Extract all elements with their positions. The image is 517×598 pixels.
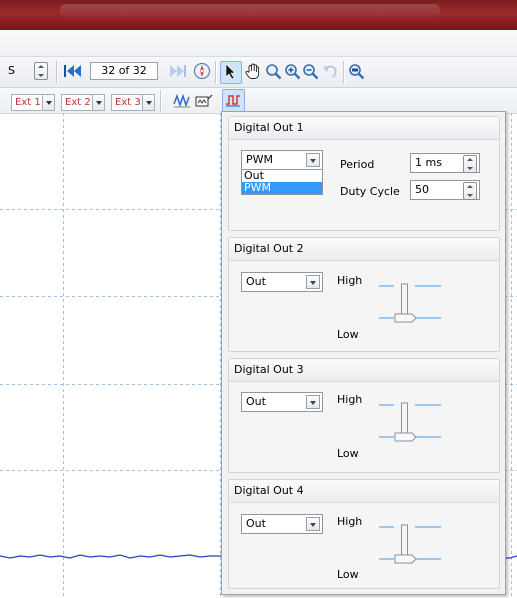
digital-out-2-level-toggle[interactable]: [379, 276, 445, 338]
duty-cycle-value: 50: [415, 183, 429, 196]
digital-out-1-mode-options[interactable]: Out PWM: [241, 169, 323, 195]
digital-out-2-title: Digital Out 2: [229, 238, 499, 261]
title-bar-shine: [60, 4, 440, 18]
timebase-unit-text: S: [8, 64, 15, 77]
period-field[interactable]: 1 ms: [410, 153, 480, 173]
toolbar-separator: [56, 61, 58, 83]
signal-generator-icon[interactable]: [194, 92, 213, 109]
digital-out-2-low-label: Low: [337, 328, 359, 341]
ext-3-dropdown-icon[interactable]: [142, 94, 155, 111]
period-label: Period: [340, 158, 375, 171]
duty-cycle-label: Duty Cycle: [340, 185, 400, 198]
digital-out-4-level-toggle[interactable]: [379, 517, 445, 579]
page-indicator-field[interactable]: 32 of 32: [90, 62, 158, 80]
ext-2-button[interactable]: Ext 2: [61, 94, 95, 111]
digital-out-4-title: Digital Out 4: [229, 480, 499, 503]
toolbar-separator: [343, 61, 345, 83]
ext-1-dropdown-icon[interactable]: [42, 94, 55, 111]
digital-out-2-high-label: High: [337, 274, 363, 287]
zoom-100-icon[interactable]: [348, 63, 366, 80]
ext-2-dropdown-icon[interactable]: [92, 94, 105, 111]
pointer-icon[interactable]: [224, 63, 238, 80]
waveform-icon[interactable]: [173, 92, 192, 109]
chevron-down-icon[interactable]: [306, 275, 320, 289]
zoom-out-icon[interactable]: [302, 63, 320, 80]
window-title-bar[interactable]: [0, 0, 517, 30]
digital-out-4-group: Digital Out 4 Out High Low: [228, 479, 500, 589]
digital-out-panel: Digital Out 1 PWM Out PWM Period 1 ms Du…: [221, 111, 506, 595]
digital-out-4-low-label: Low: [337, 568, 359, 581]
digital-out-3-mode-select[interactable]: Out: [241, 392, 323, 412]
undo-zoom-icon[interactable]: [322, 63, 340, 80]
fast-forward-icon[interactable]: [167, 63, 189, 79]
period-value: 1 ms: [415, 156, 442, 169]
rewind-to-start-icon[interactable]: [62, 63, 84, 79]
digital-out-1-mode-value: PWM: [246, 153, 274, 166]
mode-option-pwm[interactable]: PWM: [242, 182, 322, 194]
zoom-in-icon[interactable]: [284, 63, 302, 80]
digital-out-icon[interactable]: [225, 92, 241, 108]
digital-out-3-mode-value: Out: [246, 395, 266, 408]
toolbar-separator: [160, 90, 162, 112]
menu-band: [0, 30, 517, 57]
chevron-down-icon[interactable]: [306, 153, 320, 167]
ext-3-button[interactable]: Ext 3: [111, 94, 145, 111]
digital-out-1-group: Digital Out 1 PWM Out PWM Period 1 ms Du…: [228, 116, 500, 231]
digital-out-4-high-label: High: [337, 515, 363, 528]
digital-out-2-group: Digital Out 2 Out High Low: [228, 237, 500, 352]
period-spin-icon[interactable]: [463, 155, 477, 173]
chevron-down-icon[interactable]: [306, 395, 320, 409]
chevron-down-icon[interactable]: [306, 517, 320, 531]
zoom-icon[interactable]: [265, 63, 283, 80]
digital-out-1-mode-select[interactable]: PWM: [241, 150, 323, 170]
digital-out-3-group: Digital Out 3 Out High Low: [228, 358, 500, 473]
digital-out-2-mode-select[interactable]: Out: [241, 272, 323, 292]
duty-cycle-spin-icon[interactable]: [463, 182, 477, 200]
digital-out-4-mode-select[interactable]: Out: [241, 514, 323, 534]
toolbar-separator: [215, 61, 217, 83]
ext-1-button[interactable]: Ext 1: [11, 94, 45, 111]
digital-out-1-title: Digital Out 1: [229, 117, 499, 140]
digital-out-3-low-label: Low: [337, 447, 359, 460]
digital-out-2-mode-value: Out: [246, 275, 266, 288]
digital-out-3-title: Digital Out 3: [229, 359, 499, 382]
digital-out-3-level-toggle[interactable]: [379, 395, 445, 457]
digital-out-3-high-label: High: [337, 393, 363, 406]
compass-icon[interactable]: [193, 62, 211, 80]
digital-out-4-mode-value: Out: [246, 517, 266, 530]
hand-pan-icon[interactable]: [244, 63, 262, 80]
duty-cycle-field[interactable]: 50: [410, 180, 480, 200]
timebase-spin-icon[interactable]: [34, 62, 48, 80]
